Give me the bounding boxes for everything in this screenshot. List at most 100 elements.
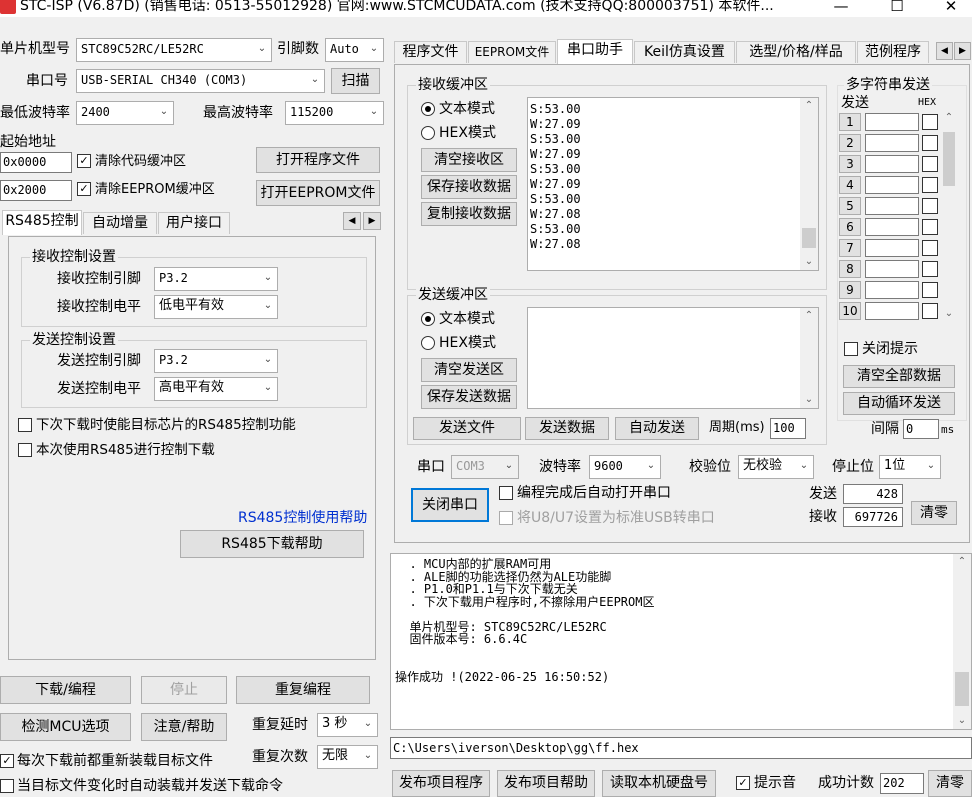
send-text-mode-radio[interactable]	[421, 312, 435, 326]
interval-input[interactable]: 0	[903, 419, 939, 439]
multi-row-input[interactable]	[865, 155, 919, 173]
multi-row-send-button[interactable]: 8	[839, 260, 861, 278]
close-serial-port-button[interactable]: 关闭串口	[411, 488, 489, 522]
stop-button[interactable]: 停止	[141, 676, 227, 704]
send-data-button[interactable]: 发送数据	[525, 417, 609, 440]
rs485-help-link[interactable]: RS485控制使用帮助	[238, 507, 367, 527]
multi-row-hex-checkbox[interactable]	[922, 303, 938, 319]
pin-count-select[interactable]: Auto ⌄	[325, 38, 384, 62]
reprogram-button[interactable]: 重复编程	[236, 676, 370, 704]
tab-eeprom-file[interactable]: EEPROM文件	[468, 41, 556, 63]
tab-scroll-left-button[interactable]: ◀	[936, 42, 953, 60]
send-hex-mode-radio[interactable]	[421, 336, 435, 350]
scan-button[interactable]: 扫描	[331, 68, 380, 94]
auto-send-button[interactable]: 自动发送	[615, 417, 699, 440]
multi-row-send-button[interactable]: 3	[839, 155, 861, 173]
code-address-input[interactable]: 0x0000	[0, 152, 72, 173]
multi-row-input[interactable]	[865, 302, 919, 320]
multi-row-hex-checkbox[interactable]	[922, 240, 938, 256]
tab-example-programs[interactable]: 范例程序	[857, 41, 929, 63]
maximize-button[interactable]: ☐	[874, 0, 920, 17]
multi-row-input[interactable]	[865, 239, 919, 257]
multi-row-send-button[interactable]: 2	[839, 134, 861, 152]
multi-row-hex-checkbox[interactable]	[922, 156, 938, 172]
multi-row-send-button[interactable]: 10	[839, 302, 861, 320]
receive-hex-mode-radio[interactable]	[421, 126, 435, 140]
receive-level-select[interactable]: 低电平有效 ⌄	[154, 295, 278, 319]
multi-row-input[interactable]	[865, 218, 919, 236]
repeat-count-select[interactable]: 无限 ⌄	[317, 745, 378, 769]
auto-on-change-checkbox[interactable]	[0, 779, 14, 793]
scroll-down-icon[interactable]: ⌄	[953, 713, 971, 729]
open-program-file-button[interactable]: 打开程序文件	[256, 147, 380, 173]
usb-serial-checkbox[interactable]	[499, 511, 513, 525]
eeprom-address-input[interactable]: 0x2000	[0, 180, 72, 201]
multi-row-input[interactable]	[865, 260, 919, 278]
multi-row-send-button[interactable]: 1	[839, 113, 861, 131]
scroll-up-icon[interactable]: ⌃	[800, 308, 818, 324]
tab-rs485[interactable]: RS485控制	[2, 210, 82, 235]
scroll-up-icon[interactable]: ⌃	[953, 554, 971, 570]
send-level-select[interactable]: 高电平有效 ⌄	[154, 377, 278, 401]
multi-row-hex-checkbox[interactable]	[922, 198, 938, 214]
multi-row-input[interactable]	[865, 176, 919, 194]
mcu-type-select[interactable]: STC89C52RC/LE52RC ⌄	[76, 38, 272, 62]
save-receive-button[interactable]: 保存接收数据	[421, 175, 517, 199]
tab-program-file[interactable]: 程序文件	[394, 41, 467, 63]
log-scrollbar[interactable]: ⌃ ⌄	[953, 554, 971, 729]
tab-scroll-right-button[interactable]: ▶	[954, 42, 971, 60]
minimize-button[interactable]: —	[818, 0, 864, 17]
multi-row-input[interactable]	[865, 197, 919, 215]
tab-user-interface[interactable]: 用户接口	[158, 212, 230, 234]
stop-bits-select[interactable]: 1位 ⌄	[879, 455, 941, 479]
copy-receive-button[interactable]: 复制接收数据	[421, 202, 517, 226]
scroll-thumb[interactable]	[802, 228, 816, 248]
clear-eeprom-buffer-checkbox[interactable]: ✓	[77, 182, 91, 196]
parity-select[interactable]: 无校验 ⌄	[738, 455, 814, 479]
multi-row-input[interactable]	[865, 113, 919, 131]
save-send-button[interactable]: 保存发送数据	[421, 385, 517, 409]
baud-rate-select[interactable]: 9600 ⌄	[589, 455, 661, 479]
send-pin-select[interactable]: P3.2 ⌄	[154, 349, 278, 373]
clear-receive-button[interactable]: 清空接收区	[421, 148, 517, 172]
multi-row-hex-checkbox[interactable]	[922, 282, 938, 298]
multi-row-input[interactable]	[865, 281, 919, 299]
clear-counts-button[interactable]: 清零	[911, 501, 957, 525]
multi-row-send-button[interactable]: 4	[839, 176, 861, 194]
tab-scroll-left-button[interactable]: ◀	[343, 212, 361, 230]
multi-row-send-button[interactable]: 7	[839, 239, 861, 257]
auto-loop-send-button[interactable]: 自动循环发送	[843, 392, 955, 415]
repeat-delay-select[interactable]: 3 秒 ⌄	[317, 713, 378, 737]
multi-row-hex-checkbox[interactable]	[922, 261, 938, 277]
multi-row-hex-checkbox[interactable]	[922, 114, 938, 130]
scroll-up-icon[interactable]: ⌃	[800, 98, 818, 114]
clear-all-data-button[interactable]: 清空全部数据	[843, 365, 955, 388]
multi-row-send-button[interactable]: 6	[839, 218, 861, 236]
tab-keil-settings[interactable]: Keil仿真设置	[634, 41, 735, 63]
tab-auto-increment[interactable]: 自动增量	[83, 212, 157, 234]
multi-row-hex-checkbox[interactable]	[922, 135, 938, 151]
reload-each-checkbox[interactable]: ✓	[0, 754, 14, 768]
scroll-thumb[interactable]	[943, 132, 955, 186]
tab-serial-assistant[interactable]: 串口助手	[557, 39, 633, 64]
multi-row-input[interactable]	[865, 134, 919, 152]
receive-pin-select[interactable]: P3.2 ⌄	[154, 267, 278, 291]
max-baud-select[interactable]: 115200 ⌄	[285, 101, 384, 125]
tab-selection-price[interactable]: 选型/价格/样品	[736, 41, 856, 63]
use-rs485-checkbox[interactable]	[18, 443, 32, 457]
read-disk-id-button[interactable]: 读取本机硬盘号	[602, 770, 716, 797]
beep-checkbox[interactable]: ✓	[736, 776, 750, 790]
publish-help-button[interactable]: 发布项目帮助	[497, 770, 595, 797]
clear-send-button[interactable]: 清空发送区	[421, 358, 517, 382]
tab-scroll-right-button[interactable]: ▶	[363, 212, 381, 230]
auto-open-port-checkbox[interactable]	[499, 486, 513, 500]
multi-row-hex-checkbox[interactable]	[922, 177, 938, 193]
multi-row-hex-checkbox[interactable]	[922, 219, 938, 235]
enable-rs485-checkbox[interactable]	[18, 418, 32, 432]
multi-scrollbar[interactable]: ⌃ ⌄	[941, 110, 957, 322]
clear-code-buffer-checkbox[interactable]: ✓	[77, 154, 91, 168]
multi-row-send-button[interactable]: 9	[839, 281, 861, 299]
period-input[interactable]: 100	[770, 418, 806, 439]
notes-help-button[interactable]: 注意/帮助	[141, 713, 227, 741]
log-output[interactable]: . MCU内部的扩展RAM可用 . ALE脚的功能选择仍然为ALE功能脚 . P…	[390, 553, 972, 730]
